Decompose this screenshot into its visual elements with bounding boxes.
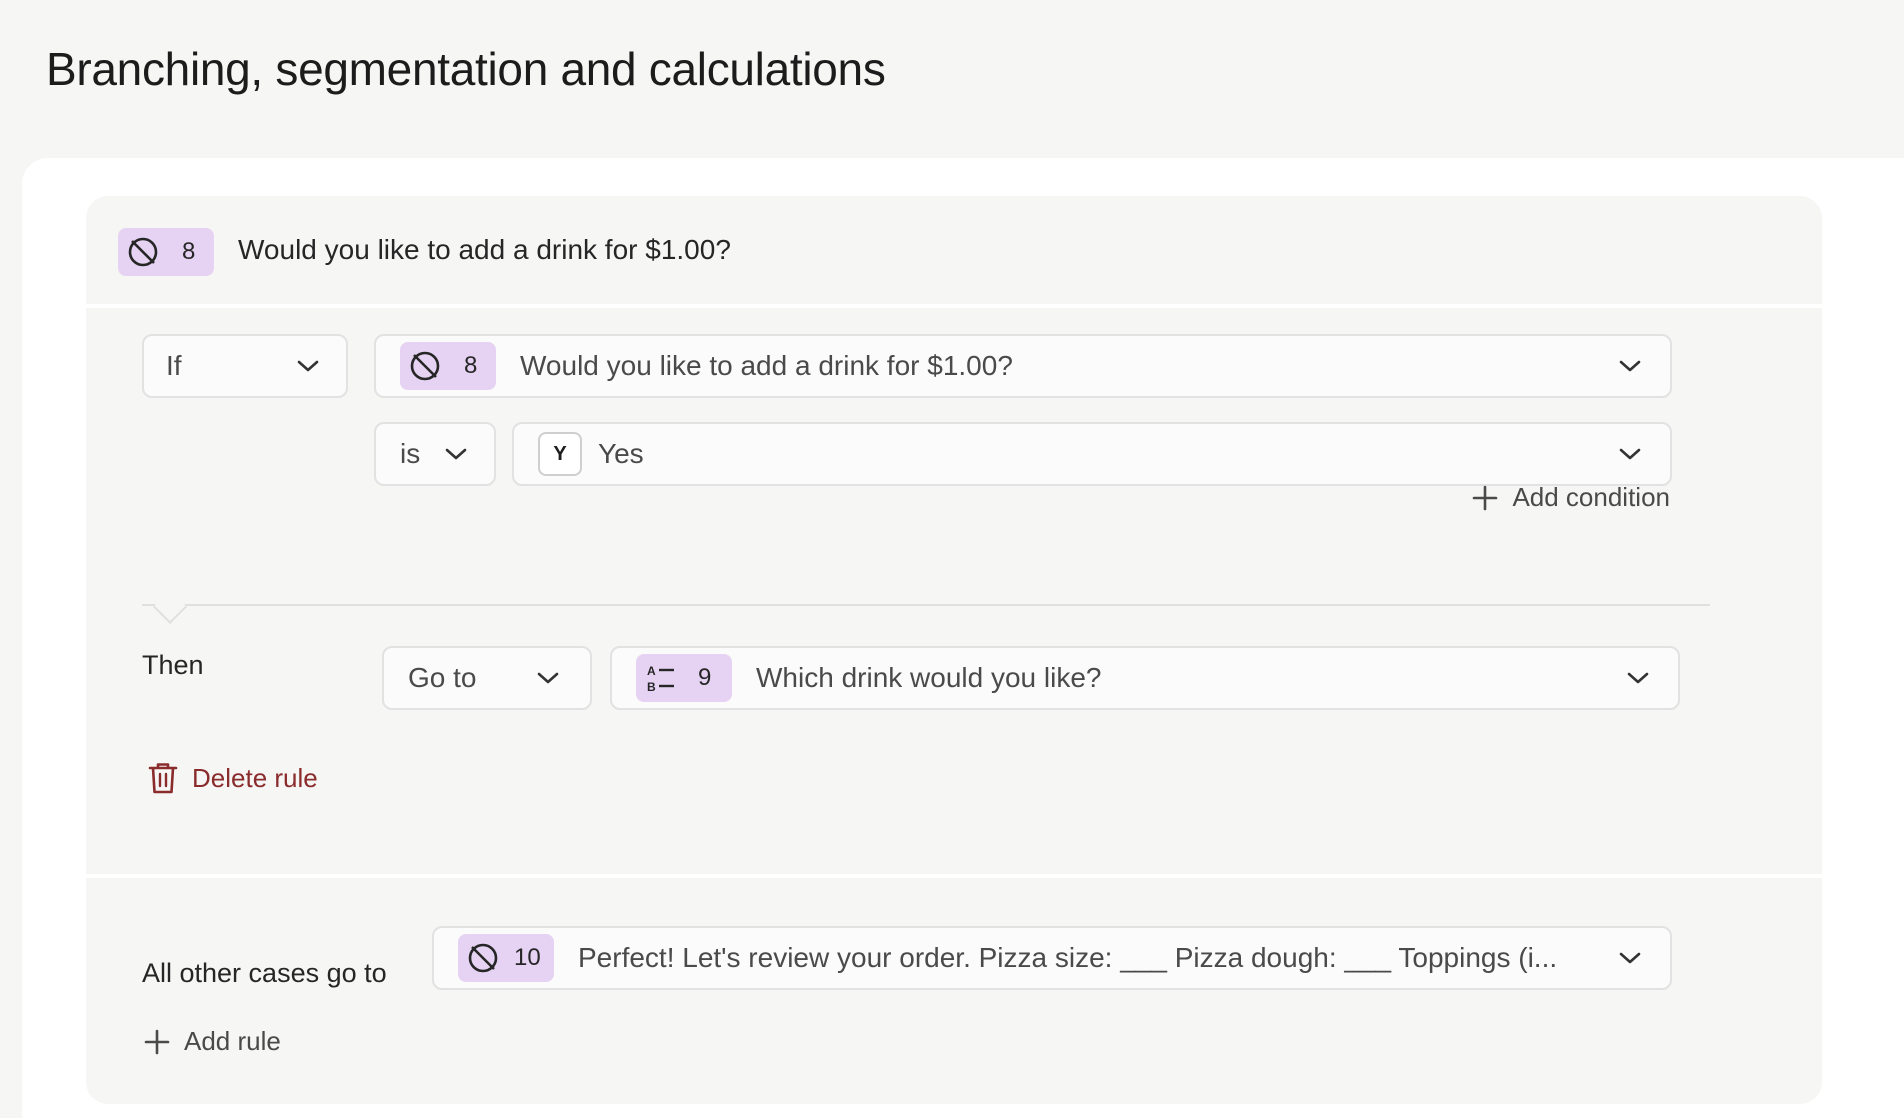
target-question-select[interactable]: A B 9 Which drink would you like? <box>610 646 1680 710</box>
logic-card: 8 Would you like to add a drink for $1.0… <box>86 196 1822 1104</box>
plus-icon <box>144 1029 170 1054</box>
action-select[interactable]: Go to <box>382 646 592 710</box>
chevron-down-icon <box>1627 672 1649 684</box>
other-cases-label: All other cases go to <box>142 958 387 988</box>
condition-type-select[interactable]: If <box>142 334 348 398</box>
svg-text:A: A <box>647 664 656 678</box>
no-symbol-icon <box>128 237 158 267</box>
condition-type-label: If <box>166 350 182 381</box>
multiple-choice-icon: A B <box>647 664 674 694</box>
trash-icon <box>148 763 178 794</box>
footer-separator <box>86 874 1822 878</box>
condition-field-select[interactable]: 8 Would you like to add a drink for $1.0… <box>374 334 1672 398</box>
answer-key-badge: Y <box>538 432 582 476</box>
chevron-down-icon <box>1619 448 1641 460</box>
page-title: Branching, segmentation and calculations <box>46 43 886 95</box>
target-question-badge: A B 9 <box>636 654 732 702</box>
no-symbol-icon <box>468 943 498 973</box>
rule-divider <box>142 604 1710 606</box>
other-cases-select[interactable]: 10 Perfect! Let's review your order. Piz… <box>432 926 1672 990</box>
rule-divider-notch <box>153 590 187 624</box>
other-cases-text: Perfect! Let's review your order. Pizza … <box>578 942 1558 973</box>
delete-rule-button[interactable]: Delete rule <box>148 762 318 794</box>
chevron-down-icon <box>1619 360 1641 372</box>
chevron-down-icon <box>1619 952 1641 964</box>
target-question-number: 9 <box>698 664 712 691</box>
add-condition-label: Add condition <box>1512 482 1670 512</box>
chevron-down-icon <box>537 672 559 684</box>
add-rule-button[interactable]: Add rule <box>144 1026 281 1057</box>
operator-select[interactable]: is <box>374 422 496 486</box>
question-badge: 8 <box>118 228 214 276</box>
field-question-badge: 8 <box>400 342 496 390</box>
field-question-number: 8 <box>464 352 478 379</box>
svg-text:B: B <box>647 680 656 694</box>
field-question-text: Would you like to add a drink for $1.00? <box>520 350 1013 381</box>
chevron-down-icon <box>445 448 467 460</box>
no-symbol-icon <box>410 351 440 381</box>
other-cases-badge: 10 <box>458 934 554 982</box>
delete-rule-label: Delete rule <box>192 762 318 793</box>
action-label: Go to <box>408 662 477 693</box>
plus-icon <box>1473 485 1498 510</box>
answer-label: Yes <box>598 438 644 469</box>
question-title: Would you like to add a drink for $1.00? <box>238 234 731 265</box>
target-question-text: Which drink would you like? <box>756 662 1102 693</box>
question-number: 8 <box>182 238 196 265</box>
add-rule-label: Add rule <box>184 1026 281 1056</box>
condition-value-select[interactable]: Y Yes <box>512 422 1672 486</box>
question-header: 8 Would you like to add a drink for $1.0… <box>86 196 1822 308</box>
chevron-down-icon <box>297 360 319 372</box>
other-cases-number: 10 <box>514 944 541 971</box>
then-label: Then <box>142 650 204 680</box>
add-condition-button[interactable]: Add condition <box>1472 482 1670 513</box>
operator-label: is <box>400 438 421 469</box>
